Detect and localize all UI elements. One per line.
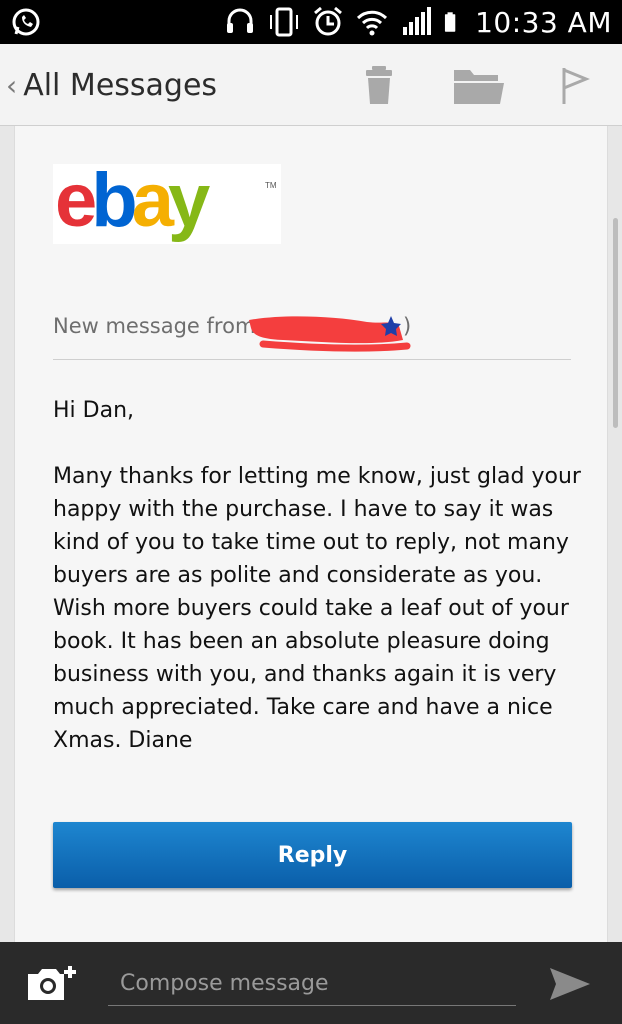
back-button[interactable]: ‹ All Messages	[6, 64, 217, 106]
send-icon[interactable]	[548, 964, 592, 1004]
chevron-left-icon: ‹	[6, 68, 18, 102]
back-title: All Messages	[23, 67, 218, 103]
battery-icon	[445, 12, 456, 32]
from-suffix: )	[403, 314, 412, 338]
compose-bar	[0, 942, 622, 1024]
status-bar: 10:33 AM	[0, 0, 622, 44]
reply-button[interactable]: Reply	[53, 822, 572, 888]
message-scroll-area[interactable]: ebay TM New message from: ) Hi Dan, Many…	[0, 126, 622, 942]
vibrate-icon	[270, 7, 299, 37]
wifi-icon	[357, 10, 388, 36]
message-card: ebay TM New message from: ) Hi Dan, Many…	[14, 126, 608, 942]
headset-icon	[227, 8, 254, 33]
folder-icon[interactable]	[450, 64, 506, 108]
flag-icon[interactable]	[552, 64, 598, 108]
status-icons: 10:33 AM	[223, 0, 612, 44]
trash-icon[interactable]	[358, 64, 404, 108]
svg-text:ebay: ebay	[55, 164, 210, 243]
signal-icon	[403, 7, 432, 35]
app-bar: ‹ All Messages	[0, 44, 622, 126]
ebay-logo: ebay TM	[53, 164, 281, 244]
whatsapp-icon	[12, 8, 40, 36]
message-greeting: Hi Dan,	[53, 398, 135, 423]
scrollbar-thumb[interactable]	[613, 218, 618, 428]
star-icon	[381, 316, 401, 336]
from-label: New message from:	[53, 314, 263, 338]
sender-row: New message from: )	[53, 310, 571, 360]
status-time: 10:33 AM	[475, 5, 612, 39]
compose-input[interactable]	[108, 962, 516, 1006]
alarm-icon	[314, 6, 343, 36]
svg-text:TM: TM	[265, 181, 277, 190]
message-body: Many thanks for letting me know, just gl…	[53, 464, 581, 753]
camera-add-icon[interactable]	[24, 962, 78, 1006]
